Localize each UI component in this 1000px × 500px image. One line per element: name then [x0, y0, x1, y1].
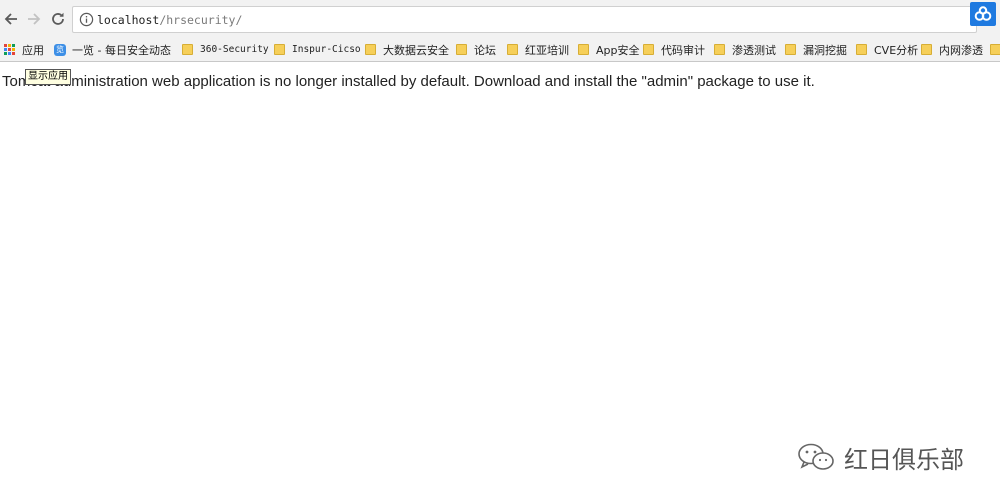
- bookmark-label: 一览 - 每日安全动态: [72, 43, 171, 57]
- bookmark-apps[interactable]: 应用: [4, 40, 44, 59]
- bookmark-item[interactable]: 漏洞挖掘: [785, 40, 847, 59]
- folder-icon: [785, 44, 796, 55]
- bookmark-label: 应用: [22, 43, 44, 57]
- folder-icon: [182, 44, 193, 55]
- folder-icon: [578, 44, 589, 55]
- bookmark-item[interactable]: App安全: [578, 40, 640, 59]
- extension-button[interactable]: [970, 2, 996, 26]
- reload-button[interactable]: [47, 6, 69, 32]
- info-icon[interactable]: [79, 12, 94, 27]
- bookmark-label: 渗透测试: [732, 43, 776, 57]
- bookmark-label: 论坛: [474, 43, 496, 57]
- bookmark-item[interactable]: 览 一览 - 每日安全动态: [54, 40, 171, 59]
- bookmark-label: Inspur-Cicso: [292, 44, 361, 55]
- bookmark-label: 内网渗透: [939, 43, 983, 57]
- browser-window: localhost/hrsecurity/ 应用 览 一览 - 每日安全动态 3…: [0, 0, 1000, 500]
- bookmark-item[interactable]: 大数据云安全: [365, 40, 449, 59]
- extension-icon: [974, 6, 992, 21]
- back-arrow-icon: [4, 13, 17, 25]
- forward-arrow-icon: [28, 13, 41, 25]
- back-button[interactable]: [0, 6, 22, 32]
- bookmark-label: 红亚培训: [525, 43, 569, 57]
- bookmark-item[interactable]: 360-Security: [182, 40, 269, 59]
- url-host: localhost: [97, 13, 160, 27]
- apps-tooltip: 显示应用: [25, 69, 71, 85]
- bookmark-overflow[interactable]: [990, 40, 1000, 59]
- reload-icon: [52, 12, 64, 25]
- bookmark-label: CVE分析: [874, 43, 919, 57]
- folder-icon: [274, 44, 285, 55]
- bookmarks-bar: 应用 览 一览 - 每日安全动态 360-Security Inspur-Cic…: [0, 38, 1000, 62]
- folder-icon: [643, 44, 654, 55]
- bookmark-label: 360-Security: [200, 44, 269, 55]
- bookmark-label: App安全: [596, 43, 640, 57]
- bookmark-item[interactable]: 论坛: [456, 40, 496, 59]
- folder-icon: [365, 44, 376, 55]
- bookmark-item[interactable]: 渗透测试: [714, 40, 776, 59]
- bookmark-item[interactable]: 红亚培训: [507, 40, 569, 59]
- forward-button[interactable]: [23, 6, 45, 32]
- folder-icon: [456, 44, 467, 55]
- page-message: Tomcat administration web application is…: [2, 73, 815, 90]
- apps-grid-icon: [4, 44, 15, 55]
- url-text[interactable]: localhost/hrsecurity/: [97, 12, 242, 28]
- bookmark-label: 大数据云安全: [383, 43, 449, 57]
- address-bar[interactable]: localhost/hrsecurity/: [72, 6, 977, 33]
- wechat-icon: [798, 443, 834, 470]
- folder-icon: [990, 44, 1000, 55]
- bookmark-item[interactable]: 内网渗透: [921, 40, 983, 59]
- bookmark-item[interactable]: 代码审计: [643, 40, 705, 59]
- watermark: 红日俱乐部: [796, 440, 964, 475]
- folder-icon: [714, 44, 725, 55]
- folder-icon: [921, 44, 932, 55]
- url-path: /hrsecurity/: [159, 13, 243, 27]
- watermark-text: 红日俱乐部: [844, 446, 964, 474]
- folder-icon: [856, 44, 867, 55]
- bookmark-label: 代码审计: [661, 43, 705, 57]
- folder-icon: [507, 44, 518, 55]
- bookmark-label: 漏洞挖掘: [803, 43, 847, 57]
- browser-toolbar: localhost/hrsecurity/: [0, 0, 1000, 38]
- bookmark-item[interactable]: Inspur-Cicso: [274, 40, 361, 59]
- blue-favicon-icon: 览: [54, 43, 66, 56]
- bookmark-item[interactable]: CVE分析: [856, 40, 918, 59]
